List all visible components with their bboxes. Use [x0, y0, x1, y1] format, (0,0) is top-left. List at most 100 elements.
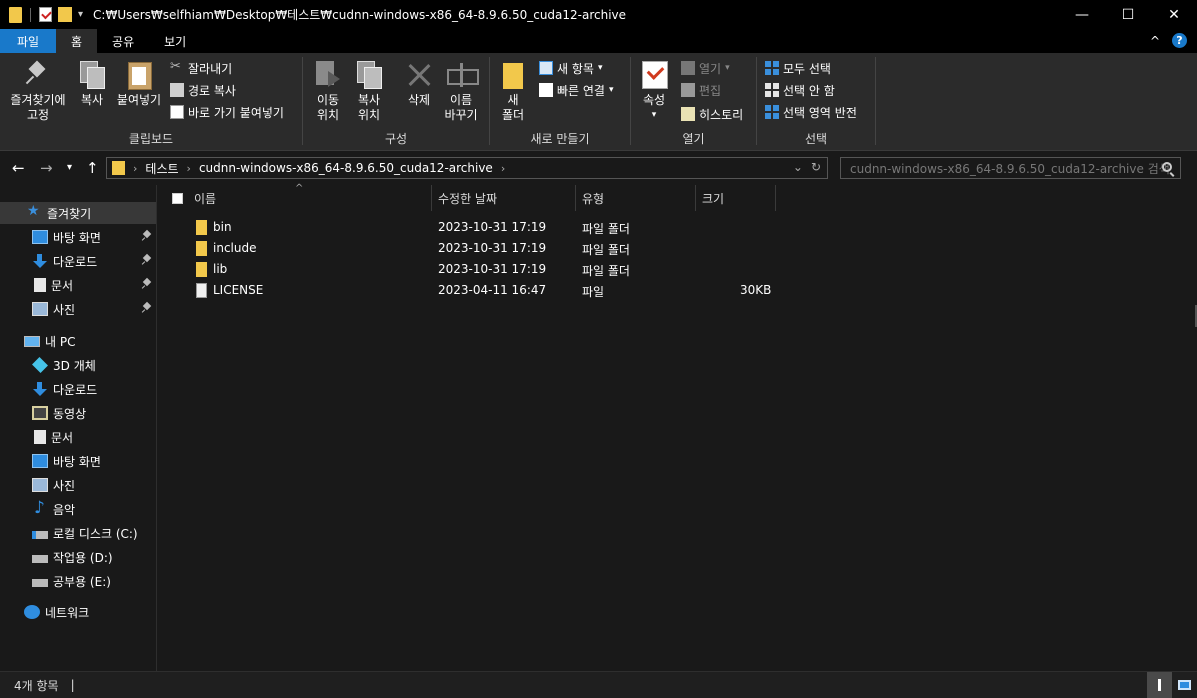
- download-icon: [32, 382, 48, 396]
- recent-locations-icon[interactable]: ▾: [67, 162, 72, 173]
- quick-access-toolbar: ▾: [9, 6, 83, 23]
- pin-icon: [142, 255, 152, 265]
- nav-quick-access[interactable]: 즐겨찾기: [0, 202, 156, 224]
- easy-access-button[interactable]: 빠른 연결 ▾: [539, 80, 614, 100]
- move-to-icon: [314, 59, 342, 89]
- breadcrumb-item[interactable]: cudnn-windows-x86_64-8.9.6.50_cuda12-arc…: [199, 161, 493, 175]
- nav-desktop[interactable]: 바탕 화면: [0, 226, 156, 248]
- delete-button[interactable]: 삭제: [403, 59, 435, 108]
- minimize-button[interactable]: —: [1059, 0, 1105, 29]
- invert-selection-button[interactable]: 선택 영역 반전: [765, 102, 857, 122]
- nav-this-pc[interactable]: 내 PC: [0, 330, 156, 352]
- select-all-button[interactable]: 모두 선택: [765, 58, 831, 78]
- scrollbar[interactable]: [1193, 185, 1197, 671]
- copy-path-button[interactable]: 경로 복사: [170, 80, 236, 100]
- collapse-ribbon-icon[interactable]: ^: [1150, 34, 1160, 48]
- column-name[interactable]: 이름: [188, 185, 432, 211]
- tab-home[interactable]: 홈: [56, 29, 98, 53]
- file-row-include[interactable]: include 2023-10-31 17:19 파일 폴더: [192, 238, 772, 259]
- nav-pc-desktop[interactable]: 바탕 화면: [0, 450, 156, 472]
- new-folder-icon[interactable]: [58, 7, 72, 22]
- large-icons-view-button[interactable]: [1172, 672, 1197, 698]
- close-button[interactable]: ✕: [1151, 0, 1197, 29]
- back-arrow-icon[interactable]: ←: [12, 159, 25, 177]
- breadcrumb-item[interactable]: 테스트: [145, 160, 178, 177]
- file-row-lib[interactable]: lib 2023-10-31 17:19 파일 폴더: [192, 259, 772, 280]
- properties-icon[interactable]: [39, 7, 52, 22]
- nav-3d-objects[interactable]: 3D 개체: [0, 354, 156, 376]
- address-dropdown-icon[interactable]: ⌄: [793, 160, 803, 174]
- nav-label: 다운로드: [53, 254, 98, 269]
- pictures-icon: [32, 302, 48, 316]
- rename-button[interactable]: 이름 바꾸기: [441, 59, 481, 123]
- customize-toolbar-icon[interactable]: ▾: [78, 9, 83, 20]
- nav-pc-documents[interactable]: 문서: [0, 426, 156, 448]
- maximize-button[interactable]: ☐: [1105, 0, 1151, 29]
- open-button[interactable]: 열기 ▾: [681, 58, 730, 78]
- select-none-button[interactable]: 선택 안 함: [765, 80, 835, 100]
- edit-button[interactable]: 편집: [681, 80, 721, 100]
- nav-drive-c[interactable]: 로컬 디스크 (C:): [0, 522, 156, 544]
- help-icon[interactable]: ?: [1172, 33, 1187, 48]
- nav-downloads[interactable]: 다운로드: [0, 250, 156, 272]
- file-row-license[interactable]: LICENSE 2023-04-11 16:47 파일 30KB: [192, 280, 772, 301]
- address-box[interactable]: › 테스트 › cudnn-windows-x86_64-8.9.6.50_cu…: [106, 157, 828, 179]
- nav-label: 내 PC: [45, 334, 76, 349]
- breadcrumb-chevron-icon[interactable]: ›: [187, 162, 191, 175]
- file-modified: 2023-10-31 17:19: [438, 241, 547, 255]
- network-icon: [24, 605, 40, 619]
- address-bar-row: ← → ▾ ↑ › 테스트 › cudnn-windows-x86_64-8.9…: [0, 151, 1197, 185]
- file-row-bin[interactable]: bin 2023-10-31 17:19 파일 폴더: [192, 217, 772, 238]
- nav-label: 동영상: [53, 406, 87, 421]
- nav-drive-e[interactable]: 공부용 (E:): [0, 570, 156, 592]
- search-icon[interactable]: [1162, 162, 1172, 172]
- open-group: 속성 ▾ 열기 ▾ 편집 히스토리 열기: [631, 53, 756, 151]
- select-all-checkbox[interactable]: [172, 193, 183, 204]
- column-modified[interactable]: 수정한 날짜: [432, 185, 576, 211]
- drive-icon: [32, 531, 48, 539]
- desktop-icon: [32, 230, 48, 244]
- up-arrow-icon[interactable]: ↑: [86, 159, 99, 177]
- tab-share[interactable]: 공유: [97, 29, 149, 53]
- nav-pc-pictures[interactable]: 사진: [0, 474, 156, 496]
- copy-to-button[interactable]: 복사 위치: [351, 59, 387, 123]
- breadcrumb-chevron-icon[interactable]: ›: [133, 162, 137, 175]
- search-input[interactable]: cudnn-windows-x86_64-8.9.6.50_cuda12-arc…: [840, 157, 1181, 179]
- column-type[interactable]: 유형: [576, 185, 696, 211]
- nav-network[interactable]: 네트워크: [0, 601, 156, 623]
- copy-path-icon: [170, 83, 184, 97]
- column-size[interactable]: 크기: [696, 185, 776, 211]
- nav-pictures[interactable]: 사진: [0, 298, 156, 320]
- file-size: 30KB: [740, 283, 772, 297]
- drive-icon: [32, 579, 48, 587]
- nav-music[interactable]: 음악: [0, 498, 156, 520]
- new-item-button[interactable]: 새 항목 ▾: [539, 58, 602, 78]
- paste-button[interactable]: 붙여넣기: [113, 59, 165, 108]
- properties-button[interactable]: 속성 ▾: [639, 59, 669, 123]
- ribbon: 즐겨찾기에 고정 복사 붙여넣기 잘라내기 경로 복사 바로 가기 붙여넣기 클…: [0, 53, 1197, 151]
- ribbon-tabs: 파일 홈 공유 보기 ^ ?: [0, 29, 1197, 53]
- computer-icon: [24, 335, 40, 347]
- cut-button[interactable]: 잘라내기: [170, 58, 232, 78]
- tab-view[interactable]: 보기: [149, 29, 201, 53]
- forward-arrow-icon[interactable]: →: [40, 159, 53, 177]
- file-modified: 2023-04-11 16:47: [438, 283, 547, 297]
- pin-quick-access-button[interactable]: 즐겨찾기에 고정: [6, 59, 70, 123]
- history-button[interactable]: 히스토리: [681, 104, 743, 124]
- paste-shortcut-button[interactable]: 바로 가기 붙여넣기: [170, 102, 284, 122]
- nav-documents[interactable]: 문서: [0, 274, 156, 296]
- nav-label: 바탕 화면: [53, 230, 101, 245]
- refresh-icon[interactable]: ↻: [811, 160, 821, 174]
- nav-pc-downloads[interactable]: 다운로드: [0, 378, 156, 400]
- file-type: 파일: [582, 285, 605, 299]
- paste-label: 붙여넣기: [116, 93, 162, 107]
- nav-drive-d[interactable]: 작업용 (D:): [0, 546, 156, 568]
- tab-file[interactable]: 파일: [0, 29, 56, 53]
- history-icon: [681, 107, 695, 121]
- details-view-button[interactable]: [1147, 672, 1172, 698]
- nav-videos[interactable]: 동영상: [0, 402, 156, 424]
- move-to-button[interactable]: 이동 위치: [311, 59, 345, 123]
- breadcrumb-chevron-icon[interactable]: ›: [501, 162, 505, 175]
- new-folder-button[interactable]: 새 폴더: [498, 59, 528, 123]
- copy-button[interactable]: 복사: [74, 59, 110, 108]
